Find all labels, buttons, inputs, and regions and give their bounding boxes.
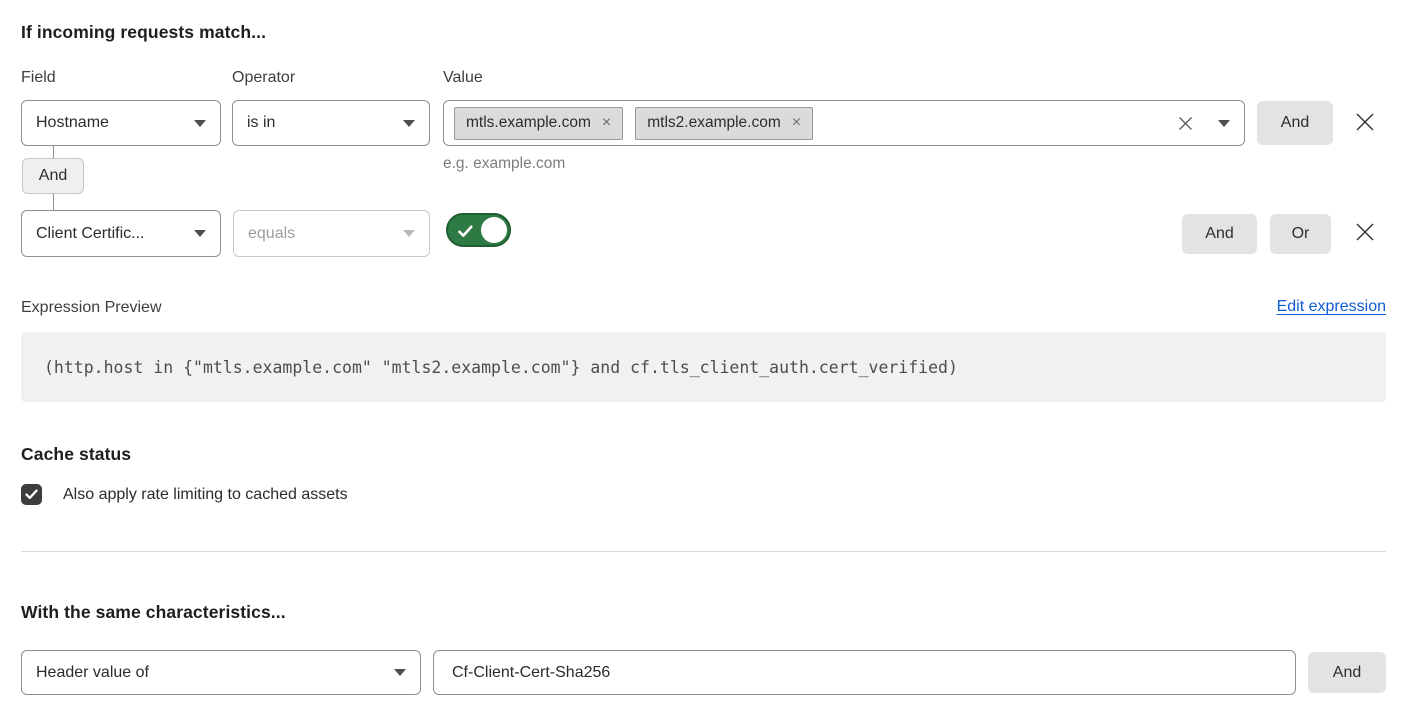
rule-builder-panel: If incoming requests match... Field Oper… — [0, 0, 1420, 720]
value-field-controls — [1177, 115, 1230, 132]
and-button-row1[interactable]: And — [1257, 101, 1333, 145]
characteristic-select-value: Header value of — [36, 664, 149, 682]
connector-and-chip: And — [22, 158, 84, 194]
operator-select-row2-disabled: equals — [233, 210, 430, 257]
clear-icon[interactable] — [1177, 115, 1194, 132]
value-tag-label: mtls2.example.com — [647, 114, 781, 132]
remove-row1-button[interactable] — [1353, 110, 1377, 134]
operator-select-row2-value: equals — [248, 225, 295, 243]
chevron-down-icon — [403, 230, 415, 237]
edit-expression-link[interactable]: Edit expression — [1277, 298, 1386, 316]
remove-row2-button[interactable] — [1353, 220, 1377, 244]
and-button-row2[interactable]: And — [1182, 214, 1257, 254]
tag-remove-icon[interactable]: × — [792, 115, 801, 131]
toggle-knob — [481, 217, 507, 243]
field-select-row1-value: Hostname — [36, 114, 109, 132]
operator-select-row1[interactable]: is in — [232, 100, 430, 146]
connector-line-top — [53, 145, 54, 158]
field-column-label: Field — [21, 69, 56, 87]
close-icon — [1354, 221, 1376, 243]
value-column-label: Value — [443, 69, 483, 87]
characteristic-select[interactable]: Header value of — [21, 650, 421, 695]
check-icon — [458, 225, 473, 243]
chevron-down-icon[interactable] — [1218, 120, 1230, 127]
connector-line-bottom — [53, 194, 54, 210]
characteristics-title: With the same characteristics... — [21, 602, 286, 623]
chevron-down-icon — [194, 120, 206, 127]
and-button-characteristics[interactable]: And — [1308, 652, 1386, 693]
or-button-row2[interactable]: Or — [1270, 214, 1331, 254]
value-tag-label: mtls.example.com — [466, 114, 591, 132]
cached-assets-checkbox[interactable] — [21, 484, 42, 505]
cache-status-title: Cache status — [21, 444, 131, 465]
value-tag: mtls2.example.com × — [635, 107, 813, 140]
close-icon — [1354, 111, 1376, 133]
check-icon — [25, 489, 38, 500]
expression-preview-label: Expression Preview — [21, 299, 162, 317]
expression-code-block: (http.host in {"mtls.example.com" "mtls2… — [21, 332, 1386, 402]
field-select-row2[interactable]: Client Certific... — [21, 210, 221, 257]
operator-select-row1-value: is in — [247, 114, 275, 132]
cert-verified-toggle[interactable] — [446, 213, 511, 247]
field-select-row2-value: Client Certific... — [36, 225, 144, 243]
chevron-down-icon — [394, 669, 406, 676]
expression-code: (http.host in {"mtls.example.com" "mtls2… — [21, 358, 958, 377]
value-tag: mtls.example.com × — [454, 107, 623, 140]
value-multiselect-row1[interactable]: mtls.example.com × mtls2.example.com × — [443, 100, 1245, 146]
operator-column-label: Operator — [232, 69, 295, 87]
section-divider — [21, 551, 1386, 552]
value-helper-text: e.g. example.com — [443, 155, 565, 173]
field-select-row1[interactable]: Hostname — [21, 100, 221, 146]
tag-remove-icon[interactable]: × — [602, 115, 611, 131]
chevron-down-icon — [403, 120, 415, 127]
match-section-title: If incoming requests match... — [21, 22, 266, 43]
header-name-input[interactable] — [433, 650, 1296, 695]
chevron-down-icon — [194, 230, 206, 237]
cached-assets-checkbox-label: Also apply rate limiting to cached asset… — [63, 486, 348, 504]
